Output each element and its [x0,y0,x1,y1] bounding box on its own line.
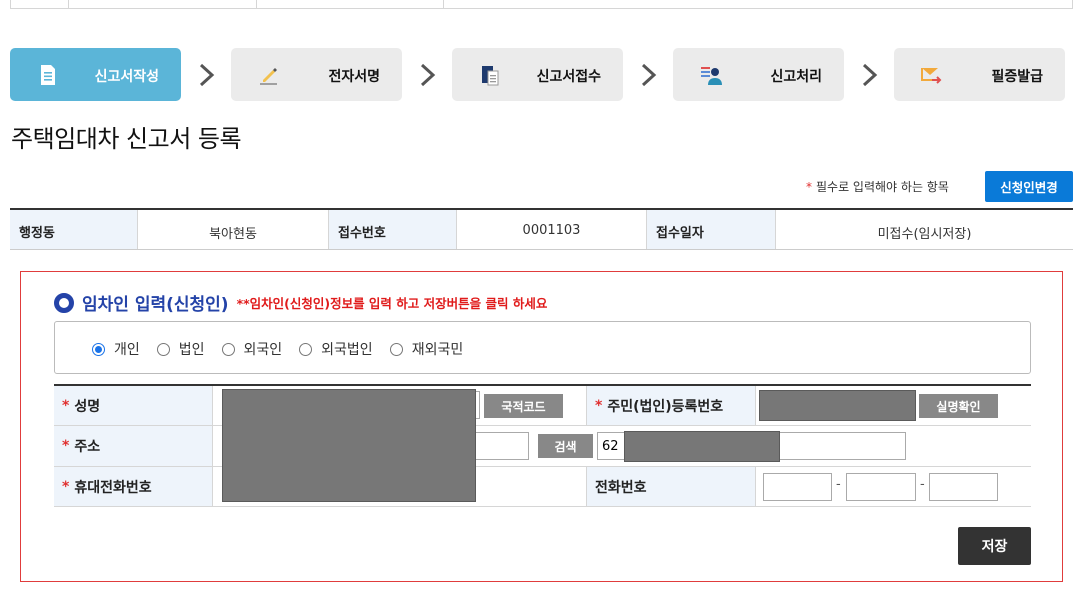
country-code-button[interactable]: 국적코드 [484,394,563,418]
radio-unchecked-icon[interactable] [221,342,235,356]
radio-label: 재외국민 [411,342,464,358]
form-row-name: * 성명 국적코드 * 주민(법인)등록번호 실명확인 [54,386,1031,426]
zipcode-input[interactable] [472,432,529,460]
chevron-right-icon [641,63,657,87]
receipt-no-value: 0001103 [457,210,647,249]
step-label: 신고서작성 [94,69,159,85]
phone-part2-input[interactable] [846,473,916,501]
radio-corporation[interactable]: 법인 [156,339,205,359]
receipt-date-label: 접수일자 [647,210,776,249]
page-title: 주택임대차 신고서 등록 [11,125,242,153]
tenant-form-table: *성명 국적코드 *주민(법인)등록번호 실명확인 *주소 검색 *휴대전화번호… [54,384,1031,507]
chevron-right-icon [420,63,436,87]
address-label: * 주소 [54,426,213,466]
phone-label: 전화번호 [586,467,756,506]
radio-unchecked-icon[interactable] [389,342,403,356]
name-label: * 성명 [54,386,213,425]
section-warning: **임차인(신청인)정보를 입력 하고 저장버튼을 클릭 하세요 [236,296,548,311]
required-note: * 필수로 입력해야 하는 항목 [806,178,949,195]
dong-label: 행정동 [10,210,138,249]
process-steps: 신고서작성 전자서명 신고서접수 신고처리 필증발급 [10,48,1073,101]
step-receive: 신고서접수 [452,48,623,101]
document-icon [41,65,55,85]
step-label: 필증발급 [991,69,1043,85]
step-label: 전자서명 [328,69,380,85]
pen-sign-icon [260,68,277,85]
tenant-input-panel: 임차인 입력(신청인) **임차인(신청인)정보를 입력 하고 저장버튼을 클릭… [20,271,1063,582]
radio-label: 개인 [114,342,140,358]
person-type-group: 개인 법인 외국인 외국법인 재외국민 [54,321,1031,374]
dong-value: 북아현동 [138,210,329,249]
redacted-reg-no [759,390,916,421]
clerk-process-icon [701,67,722,85]
radio-label: 법인 [178,342,205,358]
phone-part1-input[interactable] [763,473,832,501]
circle-bullet-icon [54,292,74,313]
radio-overseas-korean[interactable]: 재외국민 [389,339,464,359]
top-table-remnant [10,0,1073,9]
required-note-text: 필수로 입력해야 하는 항목 [816,180,949,194]
step-label: 신고서접수 [536,69,601,85]
section-header: 임차인 입력(신청인) **임차인(신청인)정보를 입력 하고 저장버튼을 클릭… [54,290,547,315]
step-process: 신고처리 [673,48,844,101]
phone-separator: - [836,477,841,492]
receipt-no-label: 접수번호 [329,210,457,249]
phone-part3-input[interactable] [929,473,998,501]
redacted-address [624,431,780,462]
phone-separator: - [920,477,925,492]
redacted-personal-info [222,389,476,502]
radio-label: 외국법인 [321,342,373,358]
mobile-label: * 휴대전화번호 [54,467,213,506]
form-row-phone: * 휴대전화번호 전화번호 - - [54,467,1031,507]
receipt-info-table: 행정동 북아현동 접수번호 0001103 접수일자 미접수(임시저장) [10,208,1073,250]
address-search-button[interactable]: 검색 [538,434,593,458]
step-write: 신고서작성 [10,48,181,101]
reg-no-label: * 주민(법인)등록번호 [586,386,756,425]
required-star: * [806,180,812,194]
radio-checked-icon[interactable] [92,342,105,356]
radio-unchecked-icon[interactable] [156,342,170,356]
file-receive-icon [482,66,499,86]
radio-foreign-corporation[interactable]: 외국법인 [299,339,373,359]
verify-name-button[interactable]: 실명확인 [919,394,998,418]
step-issue: 필증발급 [894,48,1065,101]
form-row-address: * 주소 검색 [54,426,1031,467]
radio-label: 외국인 [243,342,283,358]
radio-foreigner[interactable]: 외국인 [221,339,283,359]
section-title: 임차인 입력(신청인) [82,295,229,315]
step-sign: 전자서명 [231,48,402,101]
radio-individual[interactable]: 개인 [92,339,140,359]
step-label: 신고처리 [770,69,822,85]
chevron-right-icon [862,63,878,87]
radio-unchecked-icon[interactable] [299,342,313,356]
receipt-date-value: 미접수(임시저장) [877,227,972,242]
save-button[interactable]: 저장 [958,527,1031,565]
change-applicant-button[interactable]: 신청인변경 [985,171,1073,202]
certificate-issue-icon [921,68,942,84]
chevron-right-icon [199,63,215,87]
